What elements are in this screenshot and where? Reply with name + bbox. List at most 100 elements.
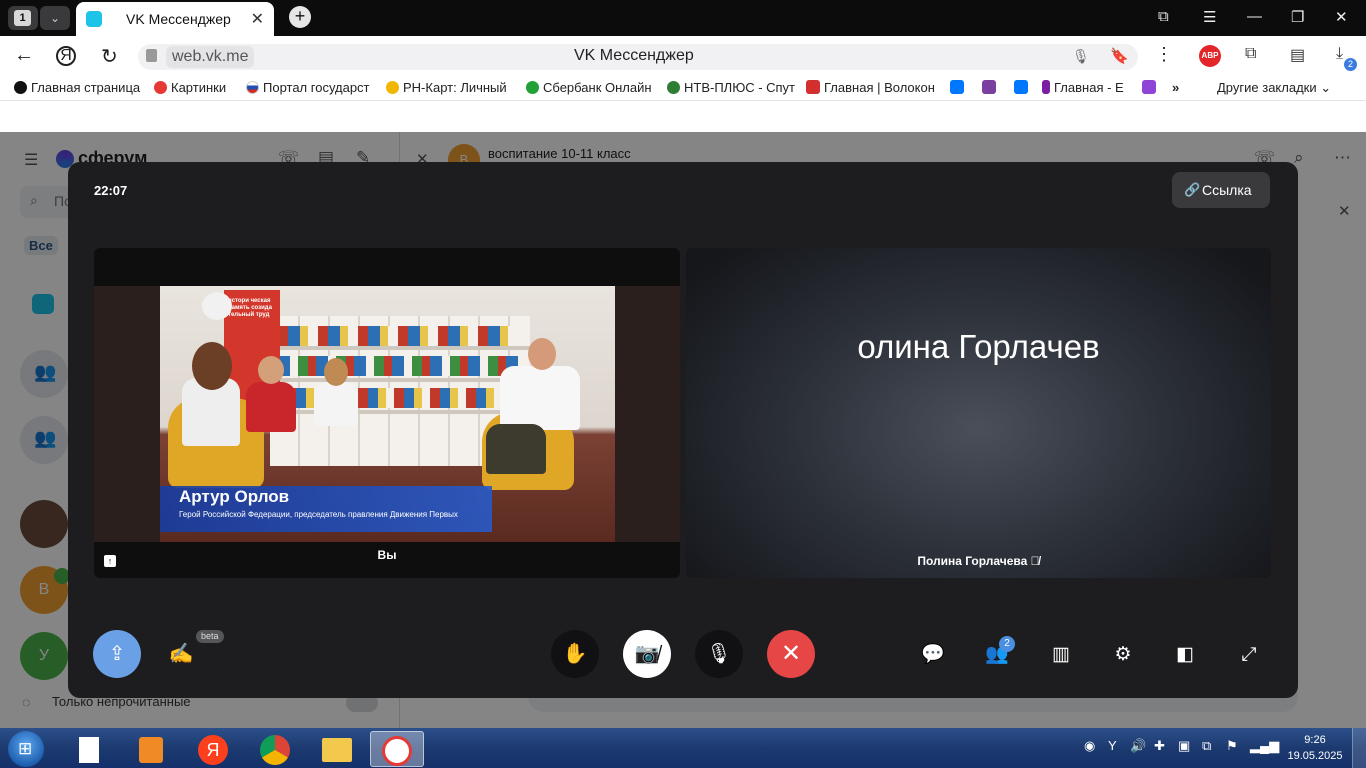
flag-icon — [246, 81, 259, 94]
restore-icon[interactable]: ❐ — [1291, 8, 1304, 26]
person-head — [258, 356, 284, 384]
system-clock[interactable]: 9:26 19.05.2025 — [1280, 732, 1350, 764]
media-player-icon — [139, 737, 163, 764]
taskbar-media[interactable] — [124, 731, 178, 767]
microphone-toggle-button[interactable]: 🎙 — [695, 630, 743, 678]
layout-grid-icon[interactable]: ▥ — [1048, 642, 1074, 668]
call-timer: 22:07 — [94, 183, 128, 198]
tab-vk-messenger[interactable]: VK Мессенджер ✕ — [76, 2, 274, 36]
bookmark-label: Главная страница — [31, 80, 141, 95]
downloads-icon[interactable]: ⤓ — [1336, 45, 1343, 63]
yandex-tray-icon[interactable]: Y — [1108, 738, 1117, 753]
bookmark-label: Главная | Волокон — [824, 80, 935, 95]
copy-link-button[interactable]: 🔗 Ссылка — [1172, 172, 1270, 208]
close-tab-icon[interactable]: ✕ — [251, 9, 264, 29]
ntv-icon — [667, 81, 680, 94]
fullscreen-icon[interactable]: ⤢ — [1236, 642, 1262, 668]
close-icon: ✕ — [780, 640, 802, 667]
taskbar-documents[interactable] — [62, 731, 116, 767]
minimize-icon[interactable]: — — [1247, 8, 1262, 25]
bookmark-item[interactable]: Сбербанк Онлайн — [526, 80, 652, 95]
bookmark-label: Главная - Е — [1054, 80, 1124, 95]
taskbar-chrome[interactable] — [248, 731, 302, 767]
shared-video-frame: истори ческая память созида тельный труд… — [94, 286, 680, 542]
bookmarks-panel-icon[interactable]: ⧉ — [1158, 8, 1169, 25]
yandex-icon[interactable]: Я — [56, 46, 76, 66]
show-desktop-button[interactable] — [1352, 728, 1366, 768]
raise-hand-button[interactable]: ✋ — [551, 630, 599, 678]
start-button[interactable]: ⊞ — [8, 731, 44, 767]
end-call-button[interactable]: ✕ — [767, 630, 815, 678]
adblock-extension-button[interactable]: ABP — [1199, 45, 1221, 67]
participants-badge: 2 — [999, 636, 1015, 652]
other-bookmarks-label: Другие закладки — [1217, 80, 1317, 95]
extensions-icon[interactable]: ⧉ — [1245, 45, 1256, 63]
avast-icon[interactable]: ◉ — [1084, 738, 1095, 754]
more-bookmarks-icon[interactable]: » — [1172, 80, 1179, 95]
volume-icon[interactable]: 🔊 — [1130, 738, 1146, 754]
address-field[interactable]: web.vk.me VK Мессенджер 🎙 🔖 — [138, 44, 1138, 70]
bookmark-item[interactable]: Главная страница — [14, 80, 140, 95]
taskbar-yandex-browser[interactable] — [370, 731, 424, 767]
share-screen-button[interactable]: ⇪ — [93, 630, 141, 678]
plus-tray-icon[interactable]: ✚ — [1154, 738, 1165, 754]
shelf-row — [270, 346, 530, 350]
vk-icon — [950, 80, 964, 94]
yandex-browser-icon — [382, 736, 412, 767]
more-vertical-icon[interactable]: ⋮ — [1155, 44, 1173, 65]
menu-icon[interactable]: ☰ — [1203, 8, 1216, 26]
person-host — [500, 366, 580, 430]
mic-muted-icon: 🎙̸ — [1030, 554, 1040, 568]
bookmark-archive[interactable] — [982, 80, 1000, 95]
lock-icon[interactable] — [146, 49, 157, 62]
network-tray-icon[interactable]: ▣ — [1178, 738, 1190, 754]
tab-list-dropdown[interactable]: ⌄ — [40, 6, 70, 30]
bookmark-icon[interactable]: 🔖 — [1110, 47, 1129, 65]
other-bookmarks[interactable]: Другие закладки ⌄ — [1217, 80, 1331, 96]
reload-icon[interactable]: ↻ — [101, 44, 118, 69]
minimize-window-icon[interactable]: ◧ — [1172, 642, 1198, 668]
windows-logo-icon: ⊞ — [18, 739, 33, 758]
taskbar-yandex[interactable]: Я — [186, 731, 240, 767]
self-video-tile[interactable]: истори ческая память созида тельный труд… — [94, 248, 680, 578]
whiteboard-icon: ✍ — [168, 643, 194, 665]
address-domain: web.vk.me — [166, 46, 255, 68]
person-head — [528, 338, 556, 370]
clock-date: 19.05.2025 — [1287, 750, 1343, 762]
upload-icon: ⇪ — [108, 643, 126, 665]
chat-bubble-icon[interactable]: 💬 — [920, 642, 946, 668]
back-arrow-icon[interactable]: ← — [14, 44, 34, 67]
microphone-icon[interactable]: 🎙 — [1072, 48, 1090, 65]
bookmark-item[interactable]: Главная - Е — [1042, 80, 1124, 95]
bookmark-item[interactable]: Портал государст — [246, 80, 370, 95]
shelf-row — [270, 410, 530, 414]
windows-taskbar: ⊞ Я ◉ Y 🔊 ✚ ▣ ⧉ ⚑ ▂▄▆ 9:26 19.05.2025 — [0, 728, 1366, 768]
camera-toggle-button[interactable]: 📷̸ — [623, 630, 671, 678]
close-window-icon[interactable]: ✕ — [1335, 8, 1348, 26]
flag-tray-icon[interactable]: ⚑ — [1226, 738, 1238, 754]
bookmark-label: Портал государст — [263, 80, 370, 95]
document-icon — [79, 737, 99, 764]
bookmark-vk-2[interactable] — [1014, 80, 1032, 95]
bookmark-item[interactable]: НТВ-ПЛЮС - Спут — [667, 80, 795, 95]
settings-gear-icon[interactable]: ⚙ — [1110, 642, 1136, 668]
bookmark-item[interactable]: РН-Карт: Личный — [386, 80, 507, 95]
file-sync-icon[interactable]: ▤ — [1290, 45, 1305, 65]
remote-participant-tile[interactable]: олина Горлачев Полина Горлачева 🎙̸ — [686, 248, 1271, 578]
bookmark-label: Сбербанк Онлайн — [543, 80, 652, 95]
bookmark-item[interactable]: Картинки — [154, 80, 226, 95]
bookmark-vk-1[interactable] — [950, 80, 968, 95]
globe-icon — [14, 81, 27, 94]
new-tab-button[interactable]: + — [289, 6, 311, 28]
crest-icon — [806, 80, 820, 94]
taskbar-explorer[interactable] — [310, 731, 364, 767]
person-girl-2 — [314, 382, 358, 426]
person-boy — [246, 382, 296, 432]
bookmark-twitch[interactable] — [1142, 80, 1160, 95]
copy-tray-icon[interactable]: ⧉ — [1202, 738, 1211, 754]
bookmark-item[interactable]: Главная | Волокон — [806, 80, 935, 95]
sber-icon — [526, 81, 539, 94]
signal-bars-icon[interactable]: ▂▄▆ — [1250, 738, 1279, 754]
clock-time: 9:26 — [1304, 734, 1326, 746]
tab-counter-button[interactable]: 1 — [8, 6, 38, 30]
